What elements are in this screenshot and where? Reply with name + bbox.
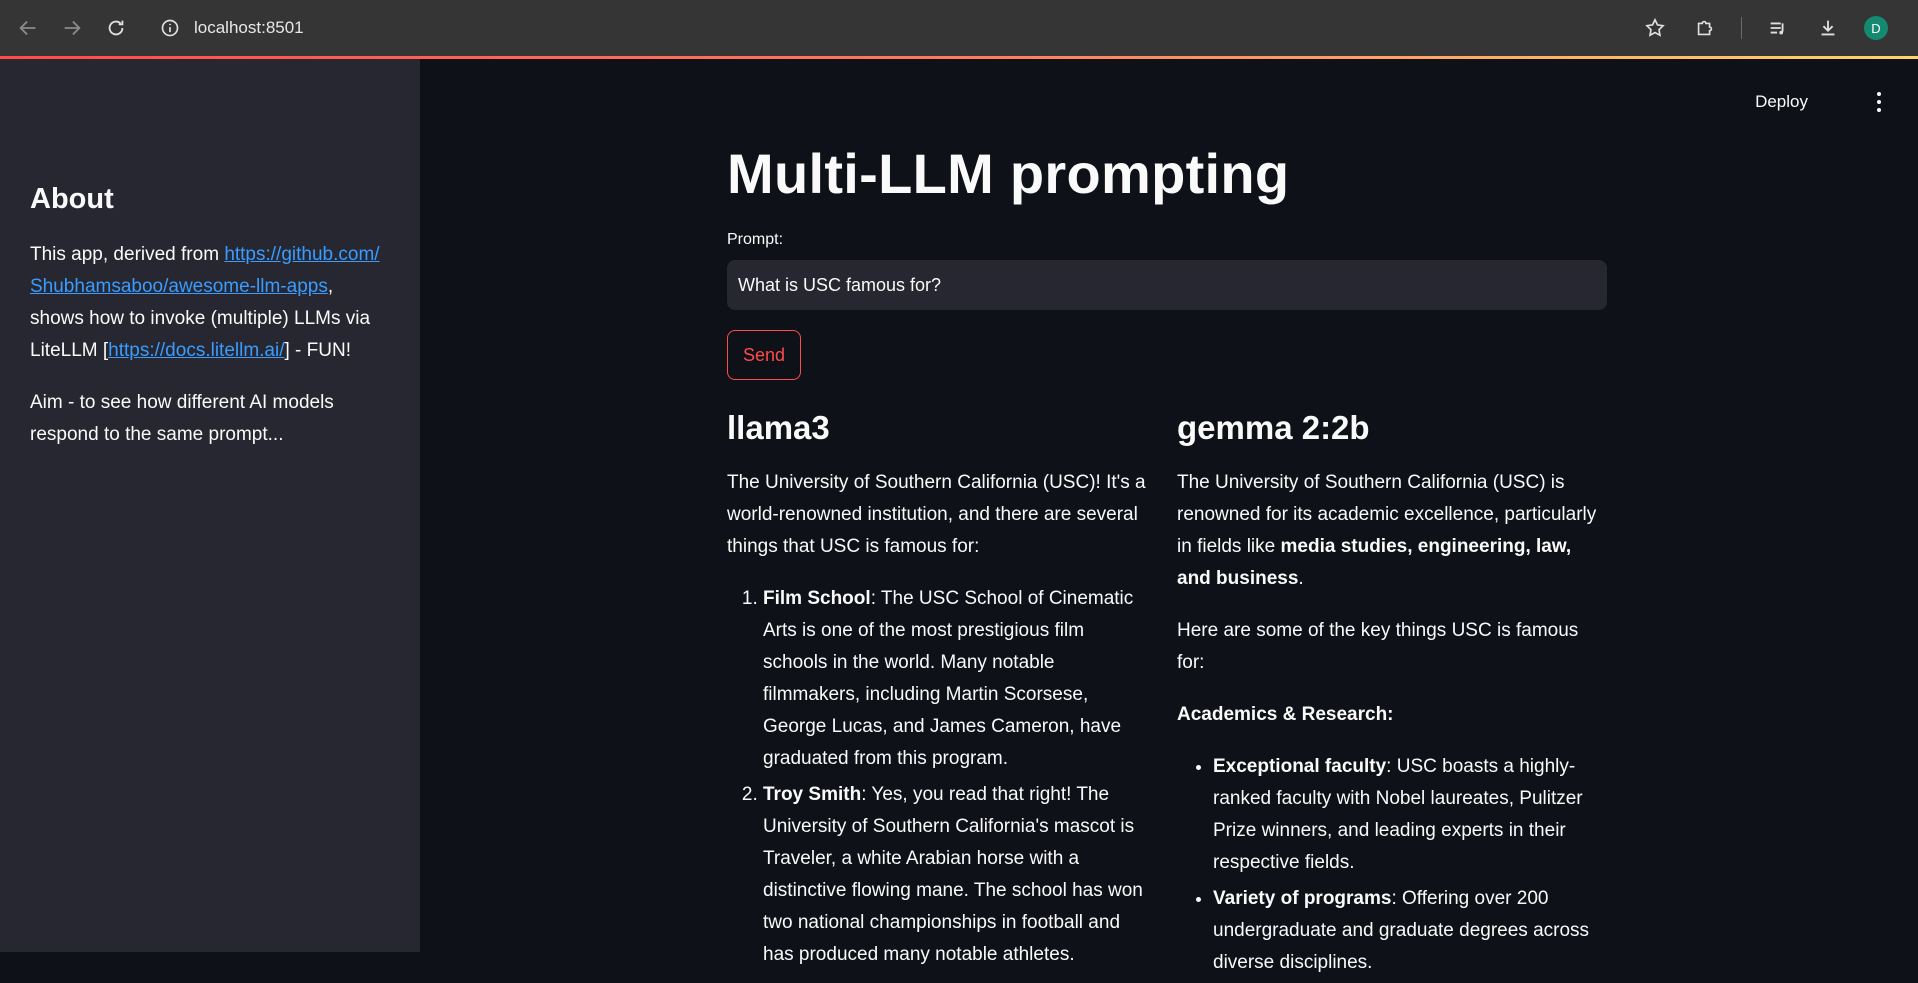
section-title: Academics & Research: bbox=[1177, 704, 1394, 725]
prompt-input[interactable] bbox=[727, 260, 1607, 310]
url-text: localhost:8501 bbox=[194, 18, 304, 37]
sidebar-description: This app, derived from https://github.co… bbox=[30, 239, 390, 367]
back-button[interactable] bbox=[6, 6, 50, 50]
llama3-intro: The University of Southern California (U… bbox=[727, 472, 1146, 557]
sidebar-aim: Aim - to see how different AI models res… bbox=[30, 392, 334, 445]
reload-icon bbox=[108, 20, 124, 36]
media-controls-button[interactable] bbox=[1756, 6, 1800, 50]
llama3-response-column: llama3 The University of Southern Califo… bbox=[727, 409, 1152, 975]
list-item-text: : Yes, you read that right! The Universi… bbox=[763, 784, 1143, 965]
profile-avatar[interactable]: D bbox=[1864, 16, 1888, 40]
puzzle-icon bbox=[1697, 20, 1713, 36]
list-item: Exceptional faculty: USC boasts a highly… bbox=[1213, 751, 1602, 879]
sidebar-heading: About bbox=[30, 183, 114, 215]
list-item-title: Film School bbox=[763, 588, 871, 609]
page-title: Multi-LLM prompting bbox=[727, 142, 1290, 205]
gemma-section-heading: Academics & Research: bbox=[1177, 699, 1602, 731]
address-bar[interactable]: localhost:8501 bbox=[160, 0, 304, 56]
prompt-label: Prompt: bbox=[727, 231, 784, 248]
site-info-icon[interactable] bbox=[160, 18, 180, 38]
gemma-response-column: gemma 2:2b The University of Southern Ca… bbox=[1177, 409, 1602, 983]
gemma-heading: gemma 2:2b bbox=[1177, 409, 1370, 446]
sidebar-text: ] - FUN! bbox=[284, 340, 352, 361]
sidebar-text: This app, derived from bbox=[30, 244, 225, 265]
playlist-icon bbox=[1770, 22, 1784, 35]
reload-button[interactable] bbox=[94, 6, 138, 50]
sidebar-content: This app, derived from https://github.co… bbox=[30, 239, 390, 471]
list-item: Variety of programs: Offering over 200 u… bbox=[1213, 883, 1602, 979]
llama3-heading: llama3 bbox=[727, 409, 830, 446]
list-item: Troy Smith: Yes, you read that right! Th… bbox=[763, 779, 1152, 971]
list-item-title: Variety of programs bbox=[1213, 888, 1392, 909]
llama3-list: Film School: The USC School of Cinematic… bbox=[727, 583, 1152, 971]
back-arrow-icon bbox=[19, 20, 36, 36]
list-item-text: : The USC School of Cinematic Arts is on… bbox=[763, 588, 1134, 769]
list-item-title: Exceptional faculty bbox=[1213, 756, 1387, 777]
download-icon bbox=[1821, 20, 1835, 36]
downloads-button[interactable] bbox=[1806, 6, 1850, 50]
forward-button[interactable] bbox=[50, 6, 94, 50]
send-button[interactable]: Send bbox=[727, 330, 801, 380]
gemma-paragraph: Here are some of the key things USC is f… bbox=[1177, 620, 1579, 673]
star-icon bbox=[1645, 17, 1665, 37]
toolbar-divider bbox=[1741, 17, 1742, 39]
list-item-title: Troy Smith bbox=[763, 784, 862, 805]
list-item: Film School: The USC School of Cinematic… bbox=[763, 583, 1152, 775]
litellm-docs-link[interactable]: https://docs.litellm.ai/ bbox=[108, 340, 284, 361]
browser-toolbar: localhost:8501 D bbox=[0, 0, 1918, 56]
bookmark-button[interactable] bbox=[1633, 6, 1677, 50]
forward-arrow-icon bbox=[64, 20, 81, 36]
main-menu-icon[interactable] bbox=[1876, 92, 1882, 112]
sidebar: About This app, derived from https://git… bbox=[0, 59, 420, 952]
gemma-intro-suffix: . bbox=[1298, 568, 1304, 589]
deploy-button[interactable]: Deploy bbox=[1755, 92, 1808, 112]
extensions-button[interactable] bbox=[1683, 6, 1727, 50]
gemma-intro: The University of Southern California (U… bbox=[1177, 467, 1602, 595]
gemma-list: Exceptional faculty: USC boasts a highly… bbox=[1177, 751, 1602, 979]
